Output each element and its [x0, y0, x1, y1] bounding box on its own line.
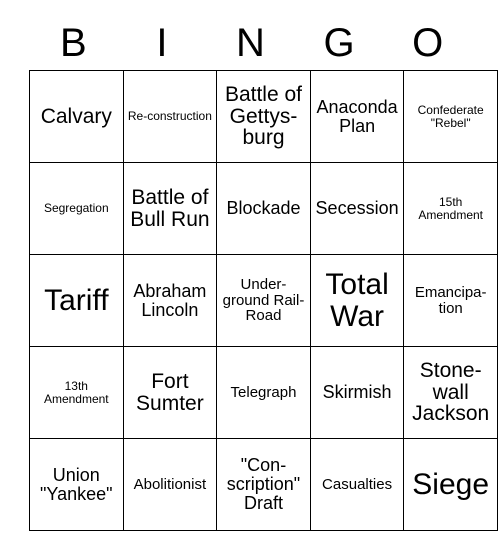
bingo-row: Segregation Battle of Bull Run Blockade …	[29, 162, 498, 255]
bingo-cell[interactable]: 15th Amendment	[403, 162, 498, 255]
header-letter-o: O	[412, 20, 444, 65]
bingo-cell[interactable]: Union "Yankee"	[29, 438, 124, 531]
bingo-cell[interactable]: Segregation	[29, 162, 124, 255]
bingo-card: B I N G O Calvary Re-construction Battle…	[29, 15, 498, 531]
bingo-cell[interactable]: 13th Amendment	[29, 346, 124, 439]
bingo-cell[interactable]: Fort Sumter	[122, 346, 218, 439]
header-letter-g: G	[323, 20, 355, 65]
bingo-cell[interactable]: Under-ground Rail-Road	[216, 254, 311, 347]
bingo-cell[interactable]: Anaconda Plan	[309, 70, 405, 163]
bingo-cell[interactable]: Total War	[309, 254, 405, 347]
bingo-cell[interactable]: Secession	[309, 162, 405, 255]
bingo-cell[interactable]: Casualties	[309, 438, 405, 531]
bingo-cell[interactable]: Confederate "Rebel"	[403, 70, 498, 163]
bingo-cell[interactable]: Re-construction	[122, 70, 218, 163]
bingo-cell[interactable]: Calvary	[29, 70, 124, 163]
bingo-header: B I N G O	[29, 15, 472, 70]
bingo-row: Calvary Re-construction Battle of Gettys…	[29, 70, 498, 163]
bingo-cell[interactable]: Telegraph	[216, 346, 311, 439]
bingo-cell[interactable]: Battle of Bull Run	[122, 162, 218, 255]
bingo-row: 13th Amendment Fort Sumter Telegraph Ski…	[29, 346, 498, 439]
bingo-cell[interactable]: Abraham Lincoln	[122, 254, 218, 347]
bingo-cell[interactable]: Tariff	[29, 254, 124, 347]
bingo-cell[interactable]: Blockade	[216, 162, 311, 255]
header-letter-i: I	[156, 20, 168, 65]
bingo-cell[interactable]: Siege	[403, 438, 498, 531]
bingo-row: Tariff Abraham Lincoln Under-ground Rail…	[29, 254, 498, 347]
bingo-cell[interactable]: "Con-scription" Draft	[216, 438, 311, 531]
header-letter-b: B	[59, 20, 87, 65]
bingo-grid: Calvary Re-construction Battle of Gettys…	[29, 70, 498, 531]
bingo-cell[interactable]: Emancipa-tion	[403, 254, 498, 347]
header-letter-n: N	[236, 20, 265, 65]
bingo-row: Union "Yankee" Abolitionist "Con-scripti…	[29, 438, 498, 531]
bingo-cell[interactable]: Stone-wall Jackson	[403, 346, 498, 439]
bingo-cell[interactable]: Abolitionist	[122, 438, 218, 531]
bingo-cell[interactable]: Skirmish	[309, 346, 405, 439]
bingo-cell[interactable]: Battle of Gettys-burg	[216, 70, 311, 163]
